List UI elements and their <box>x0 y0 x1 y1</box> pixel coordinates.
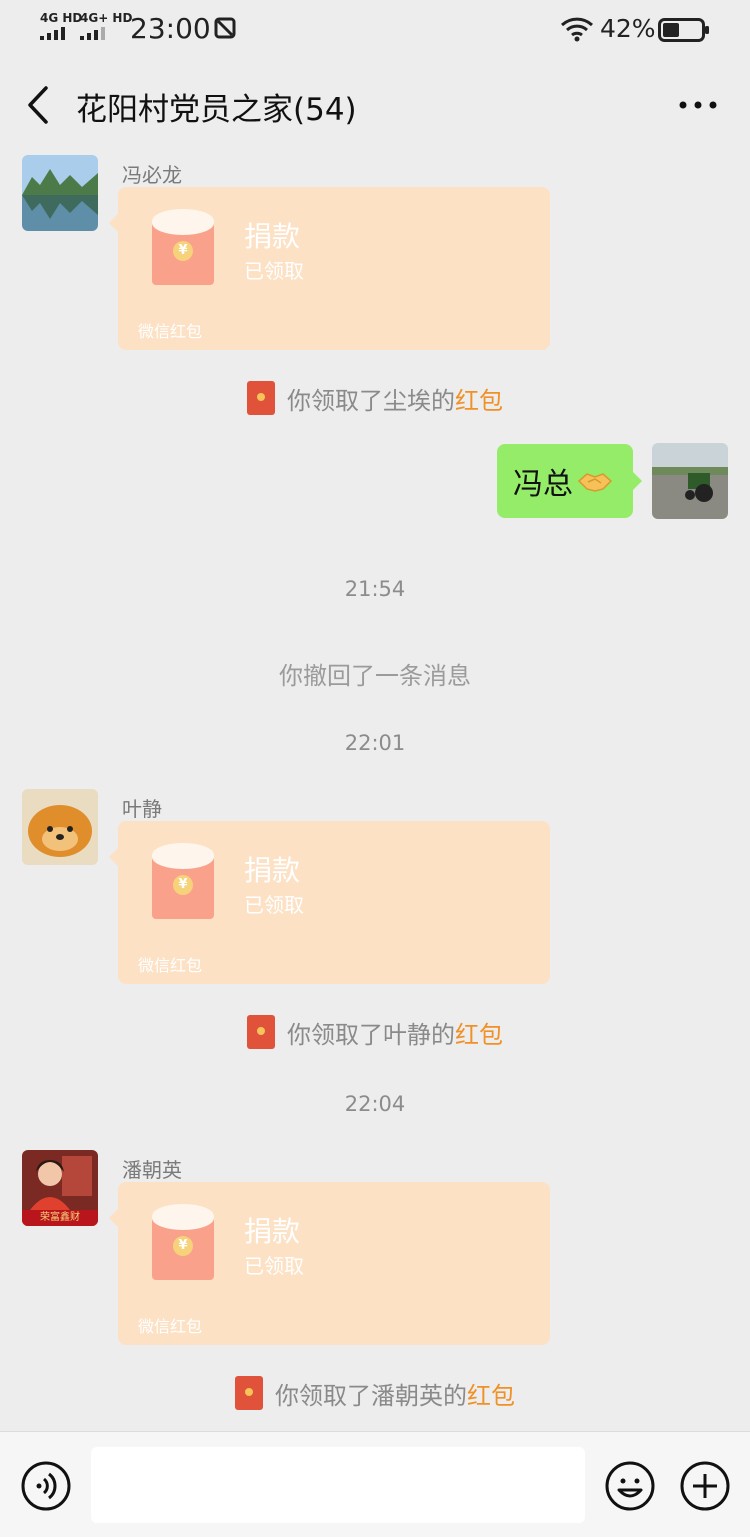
red-packet-icon: ¥ <box>152 1204 214 1280</box>
red-packet-source: 微信红包 <box>138 1317 203 1336</box>
red-packet-status: 已领取 <box>244 259 304 283</box>
red-packet-small-icon <box>247 1015 275 1049</box>
sender-name: 冯必龙 <box>122 163 182 187</box>
clock: 23:00 <box>130 12 211 45</box>
landscape-avatar-icon <box>22 155 98 231</box>
signal-icon: 4G HD <box>40 12 82 40</box>
red-packet-source: 微信红包 <box>138 956 203 975</box>
red-packet-card[interactable]: ¥ 捐款 已领取 微信红包 <box>109 187 550 350</box>
system-note: 你领取了尘埃的 红包 <box>0 378 750 418</box>
red-packet-icon: ¥ <box>152 209 214 285</box>
red-packet-small-icon <box>235 1376 263 1410</box>
red-packet-small-icon <box>247 381 275 415</box>
more-icon <box>679 101 717 109</box>
recall-note: 你撤回了一条消息 <box>279 662 471 690</box>
avatar[interactable] <box>22 789 98 865</box>
message-input[interactable] <box>91 1447 585 1523</box>
chat-title: 花阳村党员之家(54) <box>76 92 357 128</box>
sender-name: 潘朝英 <box>122 1158 182 1182</box>
input-bar <box>0 1431 750 1537</box>
voice-button[interactable] <box>20 1460 72 1512</box>
red-packet-link[interactable]: 红包 <box>467 1376 515 1411</box>
my-avatar[interactable] <box>652 443 728 519</box>
plus-icon <box>680 1461 730 1511</box>
red-packet-status: 已领取 <box>244 893 304 917</box>
avatar[interactable]: 荣富鑫财 <box>22 1150 98 1226</box>
red-packet-title: 捐款 <box>244 854 301 887</box>
sender-name: 叶静 <box>122 797 162 821</box>
avatar-caption: 荣富鑫财 <box>40 1212 80 1223</box>
red-packet-icon: ¥ <box>152 843 214 919</box>
tractor-avatar-icon <box>652 443 728 519</box>
emoji-button[interactable] <box>604 1460 656 1512</box>
red-packet-card[interactable]: ¥ 捐款 已领取 微信红包 <box>109 1182 550 1345</box>
voice-icon <box>21 1461 71 1511</box>
back-icon <box>28 86 48 124</box>
system-note: 你领取了叶静的 红包 <box>0 1012 750 1052</box>
back-button[interactable] <box>22 84 58 126</box>
dnd-icon <box>214 17 236 43</box>
system-note-text: 你领取了叶静的 <box>287 1020 455 1049</box>
dog-avatar-icon <box>22 789 98 865</box>
red-packet-link[interactable]: 红包 <box>455 381 503 416</box>
handshake-icon <box>577 473 613 492</box>
plus-button[interactable] <box>679 1460 731 1512</box>
battery-icon <box>658 18 710 46</box>
time-divider: 21:54 <box>344 577 406 601</box>
system-note-text: 你领取了潘朝英的 <box>275 1381 467 1410</box>
system-note: 你领取了潘朝英的 红包 <box>0 1373 750 1413</box>
red-packet-card[interactable]: ¥ 捐款 已领取 微信红包 <box>109 821 550 984</box>
nav-bar: 花阳村党员之家(54) <box>0 60 750 150</box>
status-bar: 4G HD 4G+ HD 23:00 42% <box>0 0 750 60</box>
red-packet-source: 微信红包 <box>138 322 203 341</box>
time-divider: 22:04 <box>344 1092 406 1116</box>
network-label: 4G HD <box>40 11 83 25</box>
system-note-text: 你领取了尘埃的 <box>287 386 455 415</box>
my-message-text: 冯总 <box>513 467 573 502</box>
my-message-bubble[interactable]: 冯总 <box>497 444 642 518</box>
red-packet-link[interactable]: 红包 <box>455 1015 503 1050</box>
red-packet-title: 捐款 <box>244 220 301 253</box>
more-button[interactable] <box>676 92 720 118</box>
network-label-2: 4G+ HD <box>80 11 133 25</box>
avatar[interactable] <box>22 155 98 231</box>
time-divider: 22:01 <box>344 731 406 755</box>
red-packet-status: 已领取 <box>244 1254 304 1278</box>
emoji-icon <box>605 1461 655 1511</box>
signal-icon-2: 4G+ HD <box>80 12 132 40</box>
red-packet-title: 捐款 <box>244 1215 301 1248</box>
wifi-icon <box>560 16 594 46</box>
battery-percent: 42% <box>600 14 656 43</box>
